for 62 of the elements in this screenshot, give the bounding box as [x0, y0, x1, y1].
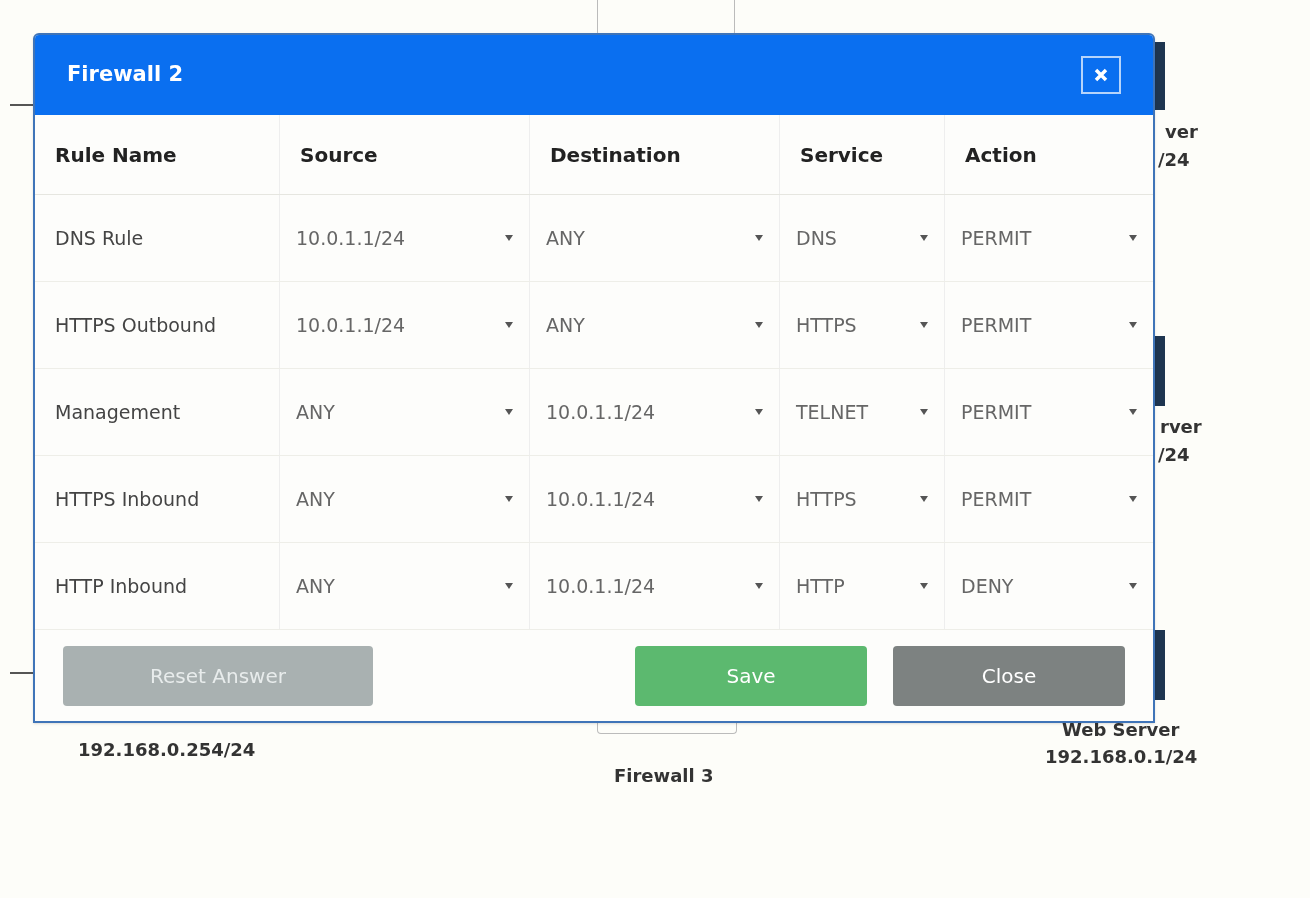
rule-name-cell: DNS Rule	[35, 195, 280, 281]
service-select[interactable]: TELNET	[780, 369, 944, 455]
node-label: /24	[1158, 443, 1190, 467]
caret-icon	[920, 409, 928, 415]
caret-icon	[1129, 322, 1137, 328]
rule-name-cell: HTTPS Outbound	[35, 282, 280, 368]
caret-icon	[505, 583, 513, 589]
caret-icon	[505, 235, 513, 241]
caret-icon	[755, 583, 763, 589]
column-header: Rule Name	[35, 115, 280, 194]
destination-select[interactable]: 10.0.1.1/24	[530, 543, 779, 629]
caret-icon	[755, 322, 763, 328]
column-header: Source	[280, 115, 530, 194]
action-select[interactable]: PERMIT	[945, 456, 1153, 542]
node-label: Web Server	[1062, 718, 1180, 742]
action-select[interactable]: PERMIT	[945, 369, 1153, 455]
close-icon	[1093, 67, 1109, 83]
caret-icon	[505, 322, 513, 328]
caret-icon	[755, 409, 763, 415]
caret-icon	[920, 235, 928, 241]
caret-icon	[920, 322, 928, 328]
node-label: ver	[1165, 120, 1198, 144]
destination-select[interactable]: 10.0.1.1/24	[530, 369, 779, 455]
source-select[interactable]: ANY	[280, 456, 529, 542]
column-header: Action	[964, 141, 1038, 169]
caret-icon	[920, 496, 928, 502]
column-header: Service	[780, 115, 945, 194]
rule-name-cell: Management	[35, 369, 280, 455]
node-label: 192.168.0.1/24	[1045, 745, 1198, 769]
rule-name-cell: HTTP Inbound	[35, 543, 280, 629]
destination-select[interactable]: ANY	[530, 282, 779, 368]
caret-icon	[1129, 409, 1137, 415]
source-select[interactable]: 10.0.1.1/24	[280, 195, 529, 281]
service-select[interactable]: HTTP	[780, 543, 944, 629]
action-select[interactable]: PERMIT	[945, 282, 1153, 368]
caret-icon	[1129, 496, 1137, 502]
source-select[interactable]: ANY	[280, 543, 529, 629]
node-label: rver	[1160, 415, 1202, 439]
caret-icon	[920, 583, 928, 589]
node-label: Firewall 3	[614, 764, 714, 788]
caret-icon	[755, 235, 763, 241]
caret-icon	[755, 496, 763, 502]
destination-select[interactable]: 10.0.1.1/24	[530, 456, 779, 542]
column-header: Destination	[530, 115, 780, 194]
caret-icon	[505, 496, 513, 502]
node-label: 192.168.0.254/24	[78, 738, 256, 762]
service-select[interactable]: HTTPS	[780, 282, 944, 368]
action-select[interactable]: PERMIT	[945, 195, 1153, 281]
close-button[interactable]: Close	[893, 645, 1125, 706]
dialog-title: Firewall 2	[67, 61, 184, 89]
service-select[interactable]: HTTPS	[780, 456, 944, 542]
close-button[interactable]	[1081, 56, 1121, 94]
source-select[interactable]: 10.0.1.1/24	[280, 282, 529, 368]
caret-icon	[1129, 235, 1137, 241]
rule-name-cell: HTTPS Inbound	[35, 456, 280, 542]
destination-select[interactable]: ANY	[530, 195, 779, 281]
action-select[interactable]: DENY	[945, 543, 1153, 629]
caret-icon	[1129, 583, 1137, 589]
service-select[interactable]: DNS	[780, 195, 944, 281]
node-label: /24	[1158, 148, 1190, 172]
source-select[interactable]: ANY	[280, 369, 529, 455]
caret-icon	[505, 409, 513, 415]
